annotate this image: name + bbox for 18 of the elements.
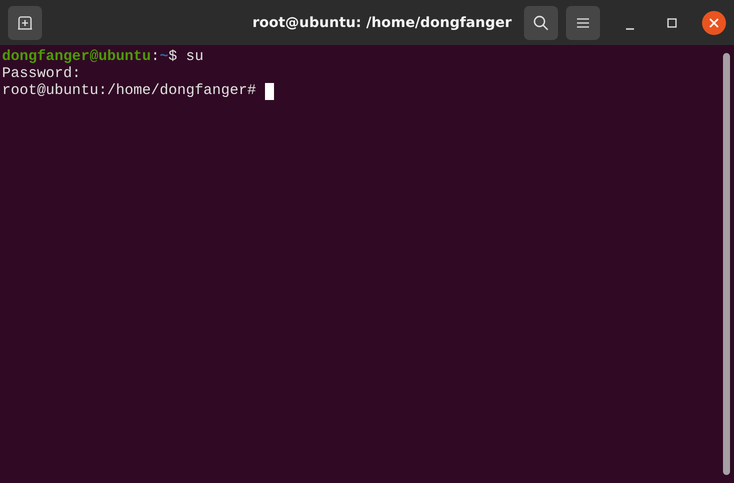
maximize-icon (667, 18, 677, 28)
terminal-text: $ su (168, 49, 204, 66)
new-tab-icon (17, 14, 33, 30)
new-tab-button[interactable] (8, 6, 42, 40)
terminal-text: root@ubuntu:/home/dongfanger# (2, 83, 257, 100)
close-button[interactable] (702, 10, 726, 34)
scrollbar[interactable] (723, 53, 730, 475)
menu-icon (577, 16, 589, 28)
prompt-user: dongfanger@ubuntu (2, 49, 151, 66)
window-title: root@ubuntu: /home/dongfanger (252, 14, 512, 30)
menu-button[interactable] (566, 6, 600, 40)
search-icon (533, 14, 549, 30)
minimize-icon (626, 28, 634, 30)
terminal-text: Password: (2, 66, 81, 83)
terminal-text: : (150, 49, 160, 66)
search-button[interactable] (524, 6, 558, 40)
close-icon (709, 18, 719, 28)
prompt-path: ~ (160, 49, 168, 66)
